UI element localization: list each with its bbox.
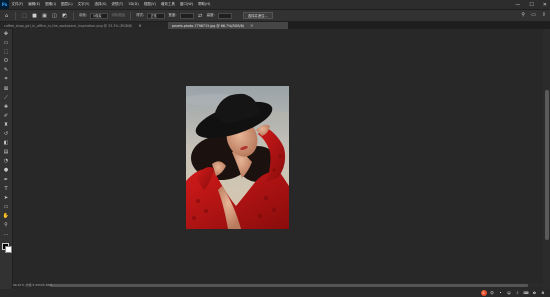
menu-items: 文件(F) 编辑(E) 图像(I) 图层(L) 文字(Y) 选择(S) 滤镜(T) 3D(D)… xyxy=(9,2,213,7)
eyedropper-tool-icon[interactable]: ⟋ xyxy=(3,95,10,102)
divider xyxy=(130,11,132,20)
document-info: 文档:5.95M/5.95M xyxy=(25,283,52,287)
style-select[interactable]: 正常 xyxy=(147,12,166,19)
feather-label: 羽化: xyxy=(79,13,88,17)
blur-tool-icon[interactable]: ◔ xyxy=(3,159,10,165)
menu-item[interactable]: 文件(F) xyxy=(9,2,26,7)
path-select-tool-icon[interactable]: ➤ xyxy=(3,195,10,202)
subtract-selection-icon[interactable]: ◫ xyxy=(51,12,58,19)
type-tool-icon[interactable]: T xyxy=(3,186,10,193)
antialias-checkbox[interactable]: 消除锯齿 xyxy=(111,13,125,18)
tab-label: pexels-photo-7796715.jpg @ 66.7%(RGB/8) xyxy=(172,23,245,28)
crop-tool-icon[interactable]: ⌗ xyxy=(3,77,10,83)
feather-input[interactable]: 0像素 xyxy=(90,12,109,19)
horizontal-scroll-thumb[interactable] xyxy=(50,284,528,287)
tools-panel: ✥ ▭ ⬚ ʘ ✎ ⌗ ⊠ ⟋ ✚ ✐ ♜ ↺ ◧ ▤ ◔ ● ✒ T ➤ ▭ ✋ ⚲ … xyxy=(0,29,13,294)
swap-dimensions-icon[interactable]: ⇄ xyxy=(197,12,204,19)
eraser-tool-icon[interactable]: ◧ xyxy=(3,141,10,147)
style-label: 样式: xyxy=(136,13,145,17)
vertical-scroll-thumb[interactable] xyxy=(544,90,549,240)
window-controls: — ☐ ✕ xyxy=(515,0,547,9)
canvas-area[interactable] xyxy=(13,29,543,291)
search-icon[interactable]: ⚲ xyxy=(521,12,525,18)
photoshop-logo-icon: Ps xyxy=(0,0,9,9)
select-and-mask-button[interactable]: 选择并遮住... xyxy=(242,12,273,19)
zoom-level[interactable]: 66.67% xyxy=(13,283,24,287)
emoji-icon[interactable]: ☺ xyxy=(506,290,512,296)
taskbar-tray: S 中 • ☺ ♪ ⌨ ✿ ⚙ xyxy=(0,289,550,297)
quick-select-tool-icon[interactable]: ✎ xyxy=(3,68,10,74)
dodge-tool-icon[interactable]: ● xyxy=(3,168,10,174)
workspace-icon[interactable]: ▭ xyxy=(531,12,536,18)
portrait-photo xyxy=(186,86,289,229)
marquee-preset-icon[interactable]: ⬚ xyxy=(21,12,28,19)
horizontal-scrollbar[interactable] xyxy=(42,283,543,287)
document-tabs: coffee_shop_girl_in_office_in_the_workpl… xyxy=(0,22,550,29)
toolbox-icon[interactable]: ⚙ xyxy=(540,290,546,296)
menu-item[interactable]: 编辑(E) xyxy=(26,2,43,7)
width-input[interactable] xyxy=(179,12,194,19)
options-right: ⚲ ▭ ⇪ xyxy=(521,12,546,18)
artboard-tool-icon[interactable]: ▭ xyxy=(3,41,10,47)
width-label: 宽度: xyxy=(168,13,177,17)
color-swatches[interactable] xyxy=(1,243,12,254)
add-selection-icon[interactable]: ▣ xyxy=(41,12,48,19)
background-color-swatch[interactable] xyxy=(4,246,12,254)
tab-document-1[interactable]: coffee_shop_girl_in_office_in_the_workpl… xyxy=(0,22,168,29)
intersect-selection-icon[interactable]: ◩ xyxy=(61,12,68,19)
menu-item[interactable]: 滤镜(T) xyxy=(109,2,126,7)
brush-tool-icon[interactable]: ✐ xyxy=(3,113,10,120)
clone-stamp-tool-icon[interactable]: ♜ xyxy=(3,122,10,129)
history-brush-tool-icon[interactable]: ↺ xyxy=(3,132,10,138)
vertical-scrollbar[interactable] xyxy=(543,29,550,291)
input-method-icon[interactable]: S xyxy=(480,290,487,296)
divider xyxy=(15,11,16,20)
gradient-tool-icon[interactable]: ▤ xyxy=(3,150,10,156)
minimize-icon[interactable]: — xyxy=(515,2,520,8)
shape-tool-icon[interactable]: ▭ xyxy=(3,204,10,211)
menu-item[interactable]: 图像(I) xyxy=(43,2,59,7)
zoom-tool-icon[interactable]: ⚲ xyxy=(3,222,10,229)
menu-item[interactable]: 帮助(H) xyxy=(196,2,213,7)
frame-tool-icon[interactable]: ⊠ xyxy=(3,86,10,93)
lasso-tool-icon[interactable]: ʘ xyxy=(3,59,10,65)
divider xyxy=(73,11,74,20)
menu-item[interactable]: 窗口(W) xyxy=(177,2,195,7)
maximize-icon[interactable]: ☐ xyxy=(529,2,533,8)
menu-item[interactable]: 视图(V) xyxy=(141,2,158,7)
skin-icon[interactable]: ✿ xyxy=(531,290,538,296)
menu-item[interactable]: 选择(S) xyxy=(92,2,109,7)
keyboard-icon[interactable]: ⌨ xyxy=(523,290,529,296)
pen-tool-icon[interactable]: ✒ xyxy=(3,177,10,184)
more-tools-icon[interactable]: … xyxy=(3,232,10,238)
punctuation-icon[interactable]: • xyxy=(497,290,504,296)
marquee-tool-icon[interactable]: ⬚ xyxy=(3,50,10,56)
share-icon[interactable]: ⇪ xyxy=(542,12,546,18)
home-icon[interactable]: ⌂ xyxy=(3,12,10,19)
tool-list: ✥ ▭ ⬚ ʘ ✎ ⌗ ⊠ ⟋ ✚ ✐ ♜ ↺ ◧ ▤ ◔ ● ✒ T ➤ ▭ ✋ ⚲ … xyxy=(3,31,10,238)
menu-item[interactable]: 增效工具 xyxy=(158,2,177,7)
microphone-icon[interactable]: ♪ xyxy=(514,290,521,296)
hand-tool-icon[interactable]: ✋ xyxy=(3,213,10,220)
height-input[interactable] xyxy=(217,12,232,19)
tab-document-2[interactable]: pexels-photo-7796715.jpg @ 66.7%(RGB/8) … xyxy=(168,22,288,29)
ime-mode-icon[interactable]: 中 xyxy=(489,290,495,296)
menu-bar: Ps 文件(F) 编辑(E) 图像(I) 图层(L) 文字(Y) 选择(S) 滤镜(T) 3D… xyxy=(0,0,550,9)
close-icon[interactable]: ✕ xyxy=(543,2,547,8)
height-label: 高度: xyxy=(206,13,215,17)
menu-item[interactable]: 3D(D) xyxy=(126,2,141,7)
move-tool-icon[interactable]: ✥ xyxy=(3,31,10,38)
tab-close-icon[interactable]: × xyxy=(250,23,253,28)
tab-close-icon[interactable]: × xyxy=(138,23,141,28)
healing-brush-tool-icon[interactable]: ✚ xyxy=(3,104,10,111)
tab-label: coffee_shop_girl_in_office_in_the_workpl… xyxy=(4,23,133,28)
menu-item[interactable]: 文字(Y) xyxy=(75,2,92,7)
options-bar: ⌂ ⬚ ■ ▣ ◫ ◩ 羽化: 0像素 消除锯齿 样式: 正常 宽度: ⇄ 高度… xyxy=(0,9,550,22)
document-image[interactable] xyxy=(186,86,289,229)
menu-item[interactable]: 图层(L) xyxy=(58,2,75,7)
new-selection-icon[interactable]: ■ xyxy=(31,12,38,19)
